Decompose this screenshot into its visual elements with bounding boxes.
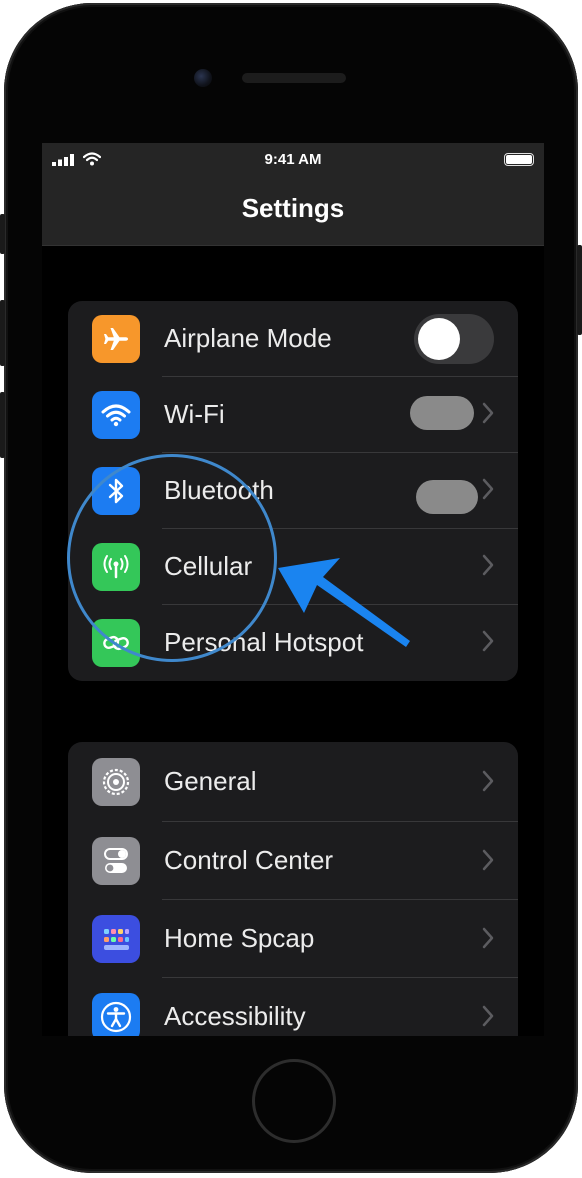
wifi-value-blurred (410, 396, 474, 430)
accessibility-icon (92, 993, 140, 1036)
settings-row-accessibility[interactable]: Accessibility (68, 978, 518, 1036)
settings-row-wifi[interactable]: Wi-Fi (68, 377, 518, 453)
chevron-right-icon (482, 630, 494, 652)
gear-icon (92, 758, 140, 806)
chevron-right-icon (482, 478, 494, 500)
settings-row-airplane-mode[interactable]: Airplane Mode (68, 301, 518, 377)
chevron-right-icon (482, 402, 494, 424)
settings-row-general[interactable]: General (68, 742, 518, 822)
pointer-arrow-icon (278, 558, 410, 647)
chevron-right-icon (482, 554, 494, 576)
volume-down-button (0, 392, 5, 458)
airplane-icon (92, 315, 140, 363)
battery-icon (504, 153, 534, 166)
volume-up-button (0, 300, 5, 366)
settings-row-label: Home Spcap (164, 923, 315, 953)
settings-group-general: General Control Center Home Spcap Access… (68, 742, 518, 1036)
app-grid-icon (92, 915, 140, 963)
page-title: Settings (241, 193, 345, 223)
chevron-right-icon (482, 1005, 494, 1027)
front-camera (194, 69, 212, 87)
earpiece-speaker (242, 73, 346, 83)
settings-row-label: Accessibility (164, 1001, 306, 1031)
mute-switch (0, 214, 5, 254)
settings-row-label: General (164, 766, 257, 796)
chevron-right-icon (482, 927, 494, 949)
navigation-bar: Settings (42, 177, 544, 246)
settings-row-label: Control Center (164, 845, 334, 875)
settings-row-home-screen[interactable]: Home Spcap (68, 900, 518, 978)
status-bar: 9:41 AM (42, 143, 544, 177)
home-button[interactable] (252, 1059, 336, 1143)
chevron-right-icon (482, 849, 494, 871)
chevron-right-icon (482, 770, 494, 792)
bluetooth-value-blurred (416, 480, 478, 514)
settings-row-control-center[interactable]: Control Center (68, 822, 518, 900)
power-button (577, 245, 582, 335)
wifi-icon (92, 391, 140, 439)
toggles-icon (92, 837, 140, 885)
settings-row-label: Wi-Fi (164, 399, 225, 429)
airplane-mode-toggle[interactable] (414, 314, 494, 364)
status-time: 9:41 AM (264, 151, 322, 168)
settings-row-label: Airplane Mode (164, 323, 332, 353)
highlight-circle (67, 454, 277, 662)
